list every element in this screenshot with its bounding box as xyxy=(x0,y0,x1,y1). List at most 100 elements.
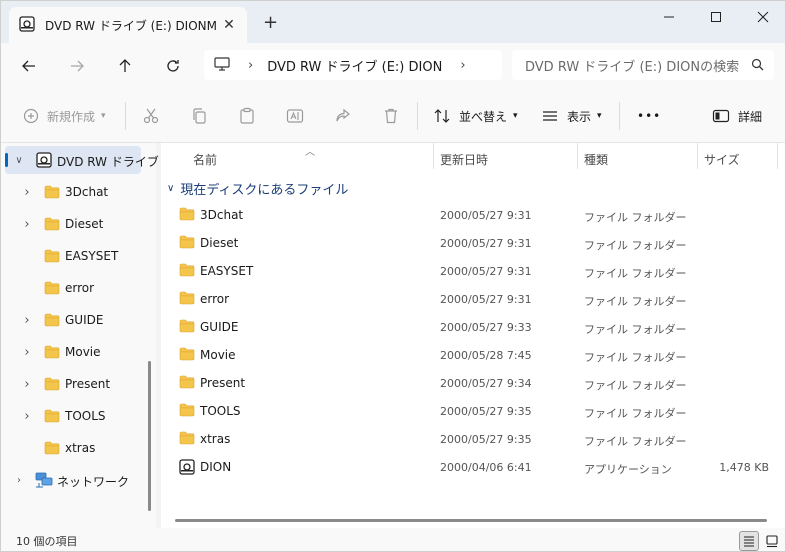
column-header-type[interactable]: 種類 xyxy=(584,151,608,168)
sidebar-item-3dchat[interactable]: › 3Dchat xyxy=(1,178,141,206)
minimize-button[interactable] xyxy=(646,1,692,33)
sidebar-item-easyset[interactable]: EASYSET xyxy=(1,242,141,270)
sidebar-item-label: Dieset xyxy=(65,217,104,231)
file-type: ファイル フォルダー xyxy=(584,323,687,336)
refresh-button[interactable] xyxy=(159,52,187,80)
table-row[interactable]: EASYSET 2000/05/27 9:31 ファイル フォルダー xyxy=(175,257,775,285)
sidebar-item-label: EASYSET xyxy=(65,249,119,263)
table-row[interactable]: Present 2000/05/27 9:34 ファイル フォルダー xyxy=(175,369,775,397)
new-tab-button[interactable]: + xyxy=(263,14,278,32)
arrow-right-icon xyxy=(71,60,84,72)
share-icon xyxy=(336,108,350,122)
chevron-right-icon[interactable]: › xyxy=(21,217,33,232)
group-label: 現在ディスクにあるファイル xyxy=(180,183,349,198)
file-date: 2000/05/28 7:45 xyxy=(440,349,532,362)
file-date: 2000/05/27 9:35 xyxy=(440,405,532,418)
breadcrumb-chevron[interactable]: › xyxy=(460,58,465,73)
details-pane-icon xyxy=(712,109,730,123)
table-row[interactable]: Dieset 2000/05/27 9:31 ファイル フォルダー xyxy=(175,229,775,257)
table-row[interactable]: error 2000/05/27 9:31 ファイル フォルダー xyxy=(175,285,775,313)
sidebar-item-guide[interactable]: › GUIDE xyxy=(1,306,141,334)
table-row[interactable]: GUIDE 2000/05/27 9:33 ファイル フォルダー xyxy=(175,313,775,341)
file-type: ファイル フォルダー xyxy=(584,351,687,364)
chevron-down-icon[interactable]: ∨ xyxy=(13,155,25,166)
list-view-icon xyxy=(543,111,557,121)
horizontal-scrollbar[interactable] xyxy=(175,519,767,522)
chevron-right-icon[interactable]: › xyxy=(21,377,33,392)
details-view-icon xyxy=(744,536,754,547)
search-box[interactable]: DVD RW ドライブ (E:) DIONの検索 xyxy=(512,50,774,80)
file-type: ファイル フォルダー xyxy=(584,435,687,448)
maximize-button[interactable] xyxy=(693,1,739,33)
column-header-name[interactable]: 名前 xyxy=(193,151,217,168)
search-icon[interactable] xyxy=(751,58,764,74)
sidebar-item-tools[interactable]: › TOOLS xyxy=(1,402,141,430)
sidebar-item-[interactable]: › ネットワーク xyxy=(1,466,141,494)
command-bar: 新規作成 ▾ 並べ替え ▾ 表示 ▾ ••• 詳細 xyxy=(1,89,785,143)
file-name: xtras xyxy=(200,432,231,446)
sidebar-item-present[interactable]: › Present xyxy=(1,370,141,398)
new-button[interactable]: 新規作成 ▾ xyxy=(23,104,106,128)
table-row[interactable]: Movie 2000/05/28 7:45 ファイル フォルダー xyxy=(175,341,775,369)
dvd-drive-icon xyxy=(19,15,35,35)
breadcrumb-current[interactable]: DVD RW ドライブ (E:) DION xyxy=(267,56,442,75)
file-date: 2000/05/27 9:31 xyxy=(440,293,532,306)
table-row[interactable]: DION 2000/04/06 6:41 アプリケーション 1,478 KB xyxy=(175,453,775,481)
chevron-right-icon[interactable]: › xyxy=(21,185,33,200)
file-date: 2000/05/27 9:35 xyxy=(440,433,532,446)
view-button[interactable]: 表示 ▾ xyxy=(541,104,602,128)
window-close-button[interactable] xyxy=(740,1,785,33)
vertical-scrollbar[interactable] xyxy=(148,361,151,511)
back-button[interactable] xyxy=(15,52,43,80)
column-divider[interactable] xyxy=(577,143,578,169)
close-icon[interactable]: ✕ xyxy=(221,17,237,33)
column-divider[interactable] xyxy=(433,143,434,169)
sidebar-item-error[interactable]: error xyxy=(1,274,141,302)
forward-button[interactable] xyxy=(63,52,91,80)
breadcrumb-separator[interactable]: › xyxy=(248,58,253,73)
file-name: TOOLS xyxy=(200,404,241,418)
more-options-button[interactable]: ••• xyxy=(637,104,661,128)
chevron-right-icon[interactable]: › xyxy=(21,409,33,424)
column-divider[interactable] xyxy=(697,143,698,169)
sidebar-item-label: 3Dchat xyxy=(65,185,109,199)
chevron-right-icon[interactable]: › xyxy=(21,313,33,328)
table-row[interactable]: 3Dchat 2000/05/27 9:31 ファイル フォルダー xyxy=(175,201,775,229)
table-row[interactable]: TOOLS 2000/05/27 9:35 ファイル フォルダー xyxy=(175,397,775,425)
large-icons-view-button[interactable] xyxy=(762,531,782,551)
sidebar-item-xtras[interactable]: xtras xyxy=(1,434,141,462)
sidebar-item-dieset[interactable]: › Dieset xyxy=(1,210,141,238)
chevron-right-icon[interactable]: › xyxy=(13,475,25,486)
file-date: 2000/05/27 9:31 xyxy=(440,209,532,222)
details-pane-button[interactable]: 詳細 xyxy=(712,104,762,128)
column-divider[interactable] xyxy=(777,143,778,169)
column-header-size[interactable]: サイズ xyxy=(704,151,740,168)
sidebar-item-label: xtras xyxy=(65,441,96,455)
column-header-date[interactable]: 更新日時 xyxy=(440,151,488,168)
folder-icon xyxy=(44,281,60,298)
paste-button[interactable] xyxy=(238,104,256,128)
toolbar-divider xyxy=(125,102,126,130)
search-input[interactable]: DVD RW ドライブ (E:) DIONの検索 xyxy=(525,56,739,75)
tab-dvd-drive[interactable]: DVD RW ドライブ (E:) DIONM ✕ xyxy=(9,7,247,43)
address-bar[interactable]: › DVD RW ドライブ (E:) DION › xyxy=(204,50,502,80)
item-count: 10 個の項目 xyxy=(16,535,78,548)
up-button[interactable] xyxy=(111,52,139,80)
share-button[interactable] xyxy=(334,104,352,128)
rename-button[interactable] xyxy=(286,104,304,128)
details-view-button[interactable] xyxy=(739,531,759,551)
new-button-label: 新規作成 xyxy=(47,109,96,124)
sort-ascending-icon: ︿ xyxy=(305,147,315,158)
group-header[interactable]: ∨ 現在ディスクにあるファイル xyxy=(167,179,348,198)
sidebar-item-movie[interactable]: › Movie xyxy=(1,338,141,366)
delete-button[interactable] xyxy=(382,104,400,128)
table-row[interactable]: xtras 2000/05/27 9:35 ファイル フォルダー xyxy=(175,425,775,453)
copy-button[interactable] xyxy=(190,104,208,128)
folder-icon xyxy=(179,263,195,280)
sidebar-item-dvd-rw[interactable]: ∨ DVD RW ドライブ xyxy=(5,146,159,174)
file-date: 2000/05/27 9:33 xyxy=(440,321,532,334)
chevron-right-icon[interactable]: › xyxy=(21,345,33,360)
cut-button[interactable] xyxy=(142,104,160,128)
tab-title: DVD RW ドライブ (E:) DIONM xyxy=(45,18,217,33)
sort-button[interactable]: 並べ替え ▾ xyxy=(433,104,518,128)
